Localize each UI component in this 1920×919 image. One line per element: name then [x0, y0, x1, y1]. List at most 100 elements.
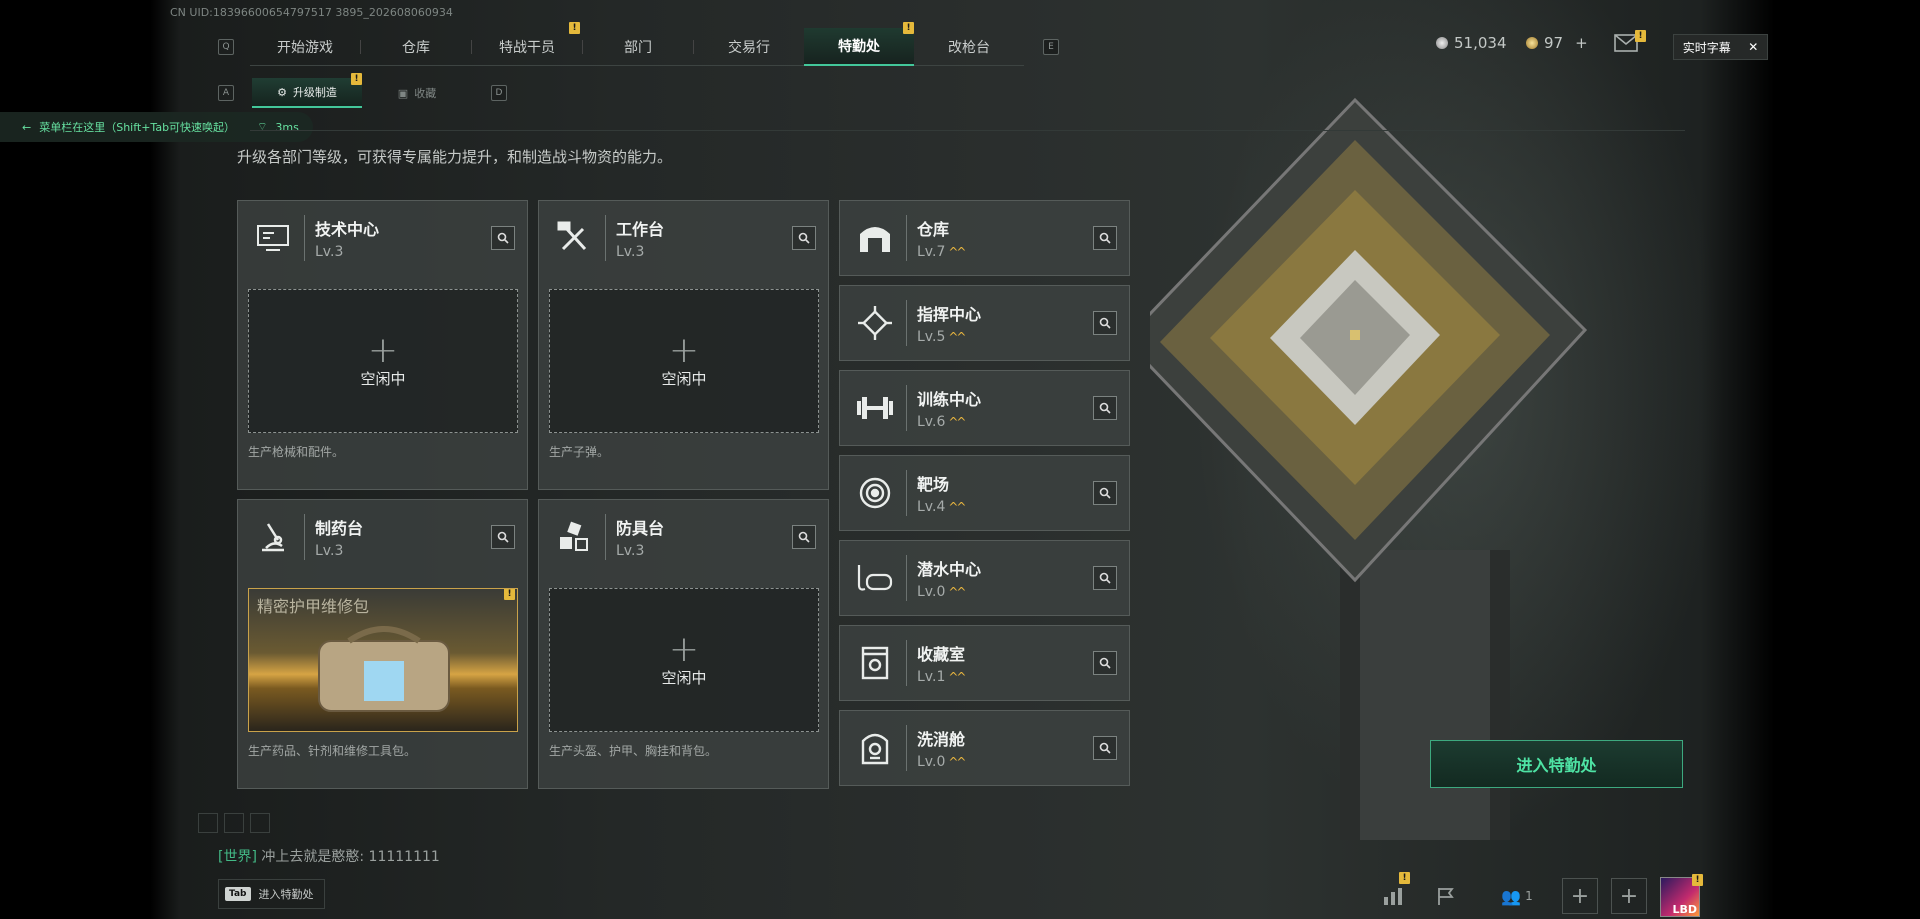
facility-card-collection-room[interactable]: 收藏室 Lv.1 ^^: [839, 625, 1130, 701]
crafting-item-slot[interactable]: 精密护甲维修包 !: [248, 588, 518, 732]
ping-value: 3ms: [275, 120, 299, 134]
alert-badge: !: [1635, 30, 1646, 42]
slot-status: 空闲中: [661, 668, 707, 687]
nav-left-key[interactable]: Q: [218, 39, 234, 55]
chat-message: 冲上去就是憨憨: 11111111: [261, 849, 440, 865]
gear-icon: ⚙: [277, 85, 287, 99]
search-icon[interactable]: [1093, 481, 1117, 505]
page-description: 升级各部门等级，可获得专属能力提升，和制造战斗物资的能力。: [237, 148, 673, 166]
search-icon[interactable]: [1093, 651, 1117, 675]
alert-badge: !: [1399, 872, 1410, 884]
search-icon[interactable]: [1093, 311, 1117, 335]
warehouse-icon: [854, 217, 896, 259]
close-icon[interactable]: ✕: [1748, 40, 1758, 54]
search-icon[interactable]: [1093, 736, 1117, 760]
avatar[interactable]: LBD !: [1660, 874, 1703, 917]
facility-card-shooting-range[interactable]: 靶场 Lv.4 ^^: [839, 455, 1130, 531]
tab-label: 开始游戏: [277, 40, 333, 56]
diving-mask-icon: [854, 557, 896, 599]
production-slot[interactable]: + 空闲中: [549, 289, 819, 433]
facility-card-command-center[interactable]: 指挥中心 Lv.5 ^^: [839, 285, 1130, 361]
repair-kit-bag-image: [318, 626, 450, 712]
map-control-icon[interactable]: [198, 813, 218, 833]
production-description: 生产药品、针剂和维修工具包。: [248, 744, 417, 758]
avatar-text: LBD: [1672, 903, 1697, 916]
facility-card-training-center[interactable]: 训练中心 Lv.6 ^^: [839, 370, 1130, 446]
facility-card-warehouse[interactable]: 仓库 Lv.7 ^^: [839, 200, 1130, 276]
facility-level: Lv.0: [917, 584, 946, 600]
subnav-left-key[interactable]: A: [218, 85, 234, 101]
tab-warehouse[interactable]: 仓库: [361, 28, 471, 66]
facility-name: 潜水中心: [917, 560, 982, 579]
silver-currency: 51,034: [1436, 34, 1507, 52]
chip-icon: [854, 302, 896, 344]
subnav-right-key[interactable]: D: [491, 85, 507, 101]
upgrade-arrow-icon: ^^: [948, 585, 966, 599]
live-captions-toggle[interactable]: 实时字幕 ✕: [1673, 34, 1768, 60]
facility-name: 靶场: [917, 475, 950, 494]
tab-gunsmith[interactable]: 改枪台: [914, 28, 1024, 66]
tab-start-game[interactable]: 开始游戏: [250, 28, 360, 66]
search-icon[interactable]: [1093, 396, 1117, 420]
enter-special-ops-button[interactable]: 进入特勤处: [1430, 740, 1683, 788]
tab-special-ops[interactable]: 特勤处!: [804, 22, 914, 66]
facility-level: Lv.7: [917, 244, 946, 260]
stats-chart-icon[interactable]: !: [1376, 872, 1412, 914]
facility-name: 指挥中心: [917, 305, 982, 324]
map-control-icon[interactable]: [250, 813, 270, 833]
search-icon[interactable]: [1093, 226, 1117, 250]
map-control-icon[interactable]: [224, 813, 244, 833]
special-ops-cube-artwork: [1150, 97, 1588, 840]
tab-trading[interactable]: 交易行: [694, 28, 804, 66]
tab-shortcut-hint[interactable]: Tab 进入特勤处: [218, 879, 325, 909]
wifi-icon: ⌔: [257, 120, 268, 133]
microscope-icon: [252, 516, 294, 558]
flag-icon[interactable]: [1428, 878, 1464, 914]
facility-name: 防具台: [616, 519, 665, 538]
search-icon[interactable]: [792, 226, 816, 250]
subtab-collection[interactable]: ▣ 收藏: [362, 78, 472, 108]
computer-icon: [252, 217, 294, 259]
facility-level: Lv.1: [917, 669, 946, 685]
subtab-label: 收藏: [414, 87, 437, 100]
upgrade-arrow-icon: ^^: [948, 330, 966, 344]
alert-badge: !: [351, 73, 362, 85]
tab-operators[interactable]: 特战干员!: [472, 22, 582, 66]
mail-icon[interactable]: !: [1614, 30, 1646, 56]
nav-right-key[interactable]: E: [1043, 39, 1059, 55]
plus-icon: +: [668, 329, 700, 371]
menu-hint-bar[interactable]: ← 菜单栏在这里（Shift+Tab可快速唤起） ⌔ 3ms: [0, 112, 313, 142]
production-slot[interactable]: + 空闲中: [549, 588, 819, 732]
tab-label: 部门: [624, 40, 652, 56]
collection-icon: [854, 642, 896, 684]
tab-hint-label: 进入特勤处: [258, 888, 314, 901]
search-icon[interactable]: [491, 226, 515, 250]
uid-label: CN UID:18396600654797517 3895_2026080609…: [170, 6, 453, 19]
facility-level: Lv.0: [917, 754, 946, 770]
gold-coin-icon: [1526, 37, 1538, 49]
plus-icon: +: [367, 329, 399, 371]
search-icon[interactable]: [792, 525, 816, 549]
add-gold-button[interactable]: +: [1575, 34, 1588, 52]
dumbbell-icon: [854, 387, 896, 429]
add-teammate-button[interactable]: +: [1562, 878, 1598, 914]
facility-level: Lv.3: [616, 543, 645, 559]
plus-icon: +: [668, 628, 700, 670]
decon-icon: [854, 727, 896, 769]
chat-channel: [世界]: [218, 849, 257, 865]
facility-card-diving-center[interactable]: 潜水中心 Lv.0 ^^: [839, 540, 1130, 616]
production-slot[interactable]: + 空闲中: [248, 289, 518, 433]
search-icon[interactable]: [1093, 566, 1117, 590]
cubes-icon: [553, 516, 595, 558]
search-icon[interactable]: [491, 525, 515, 549]
chat-line[interactable]: [世界] 冲上去就是憨憨: 11111111: [218, 846, 440, 866]
friends-icon: 👥: [1501, 886, 1522, 906]
tab-department[interactable]: 部门: [583, 28, 693, 66]
facility-card-decon-chamber[interactable]: 洗消舱 Lv.0 ^^: [839, 710, 1130, 786]
tab-key: Tab: [225, 887, 251, 901]
subtab-upgrade-craft[interactable]: ⚙ 升级制造 !: [252, 73, 362, 108]
friends-button[interactable]: 👥 1: [1492, 878, 1542, 914]
alert-badge: !: [903, 22, 914, 34]
add-teammate-button[interactable]: +: [1611, 878, 1647, 914]
collection-icon: ▣: [397, 86, 409, 100]
